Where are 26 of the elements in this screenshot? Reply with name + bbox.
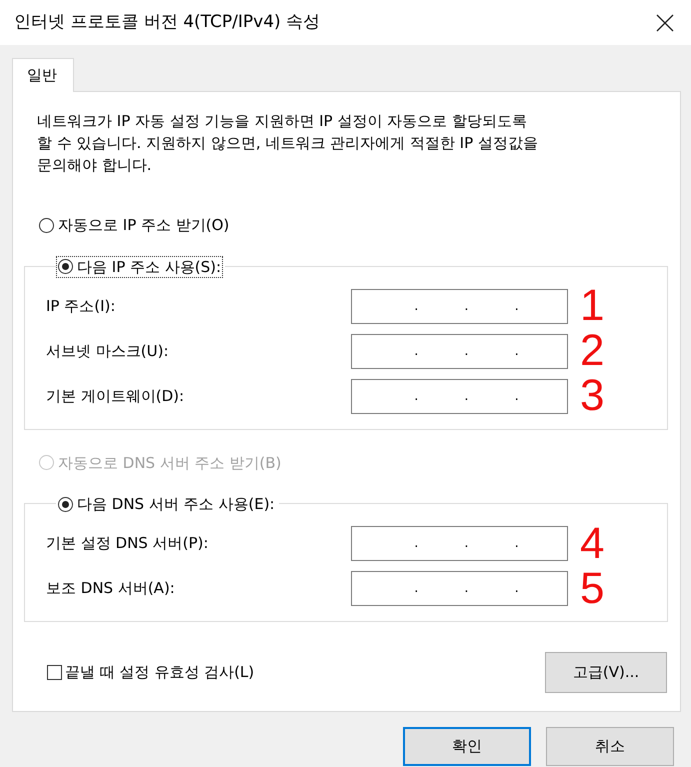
- advanced-button[interactable]: 고급(V)...: [545, 652, 667, 693]
- dialog-button[interactable]: 확인: [403, 727, 531, 766]
- dialog-button[interactable]: 취소: [546, 727, 674, 766]
- handwritten-number: 2: [580, 329, 604, 373]
- radio-option[interactable]: 다음 DNS 서버 주소 사용(E):: [56, 493, 277, 515]
- description-text: 네트워크가 IP 자동 설정 기능을 지원하면 IP 설정이 자동으로 할당되도록 할 수 있습니다. 지원하지 않으면, 네트워크 관리자에게 적절한 IP 설정값을 문의해야 합니다.: [37, 111, 539, 176]
- tab[interactable]: 일반: [12, 58, 74, 92]
- field-label: 보조 DNS 서버(A):: [46, 578, 176, 600]
- field-label: 기본 게이트웨이(D):: [46, 386, 186, 407]
- close-icon[interactable]: [656, 14, 674, 32]
- handwritten-number: 3: [580, 374, 604, 418]
- handwritten-number: 1: [580, 284, 604, 328]
- handwritten-number: 4: [580, 522, 604, 566]
- window-title: 인터넷 프로토콜 버전 4(TCP/IPv4) 속성: [14, 10, 320, 34]
- radio-option[interactable]: 다음 IP 주소 사용(S):: [56, 256, 224, 278]
- checkbox[interactable]: 끝낼 때 설정 유효성 검사(L): [47, 661, 254, 684]
- field-label: IP 주소(I):: [46, 296, 116, 317]
- field-label: 서브넷 마스크(U):: [46, 340, 170, 362]
- ip-address-field[interactable]: . . .: [351, 571, 568, 606]
- ip-address-field[interactable]: . . .: [351, 526, 568, 561]
- ip-address-field[interactable]: . . .: [351, 288, 568, 324]
- ip-address-field[interactable]: . . .: [351, 334, 568, 368]
- radio-option[interactable]: 자동으로 IP 주소 받기(O): [37, 214, 232, 236]
- field-label: 기본 설정 DNS 서버(P):: [46, 533, 210, 554]
- ip-address-field[interactable]: . . .: [351, 378, 568, 414]
- handwritten-number: 5: [580, 566, 604, 610]
